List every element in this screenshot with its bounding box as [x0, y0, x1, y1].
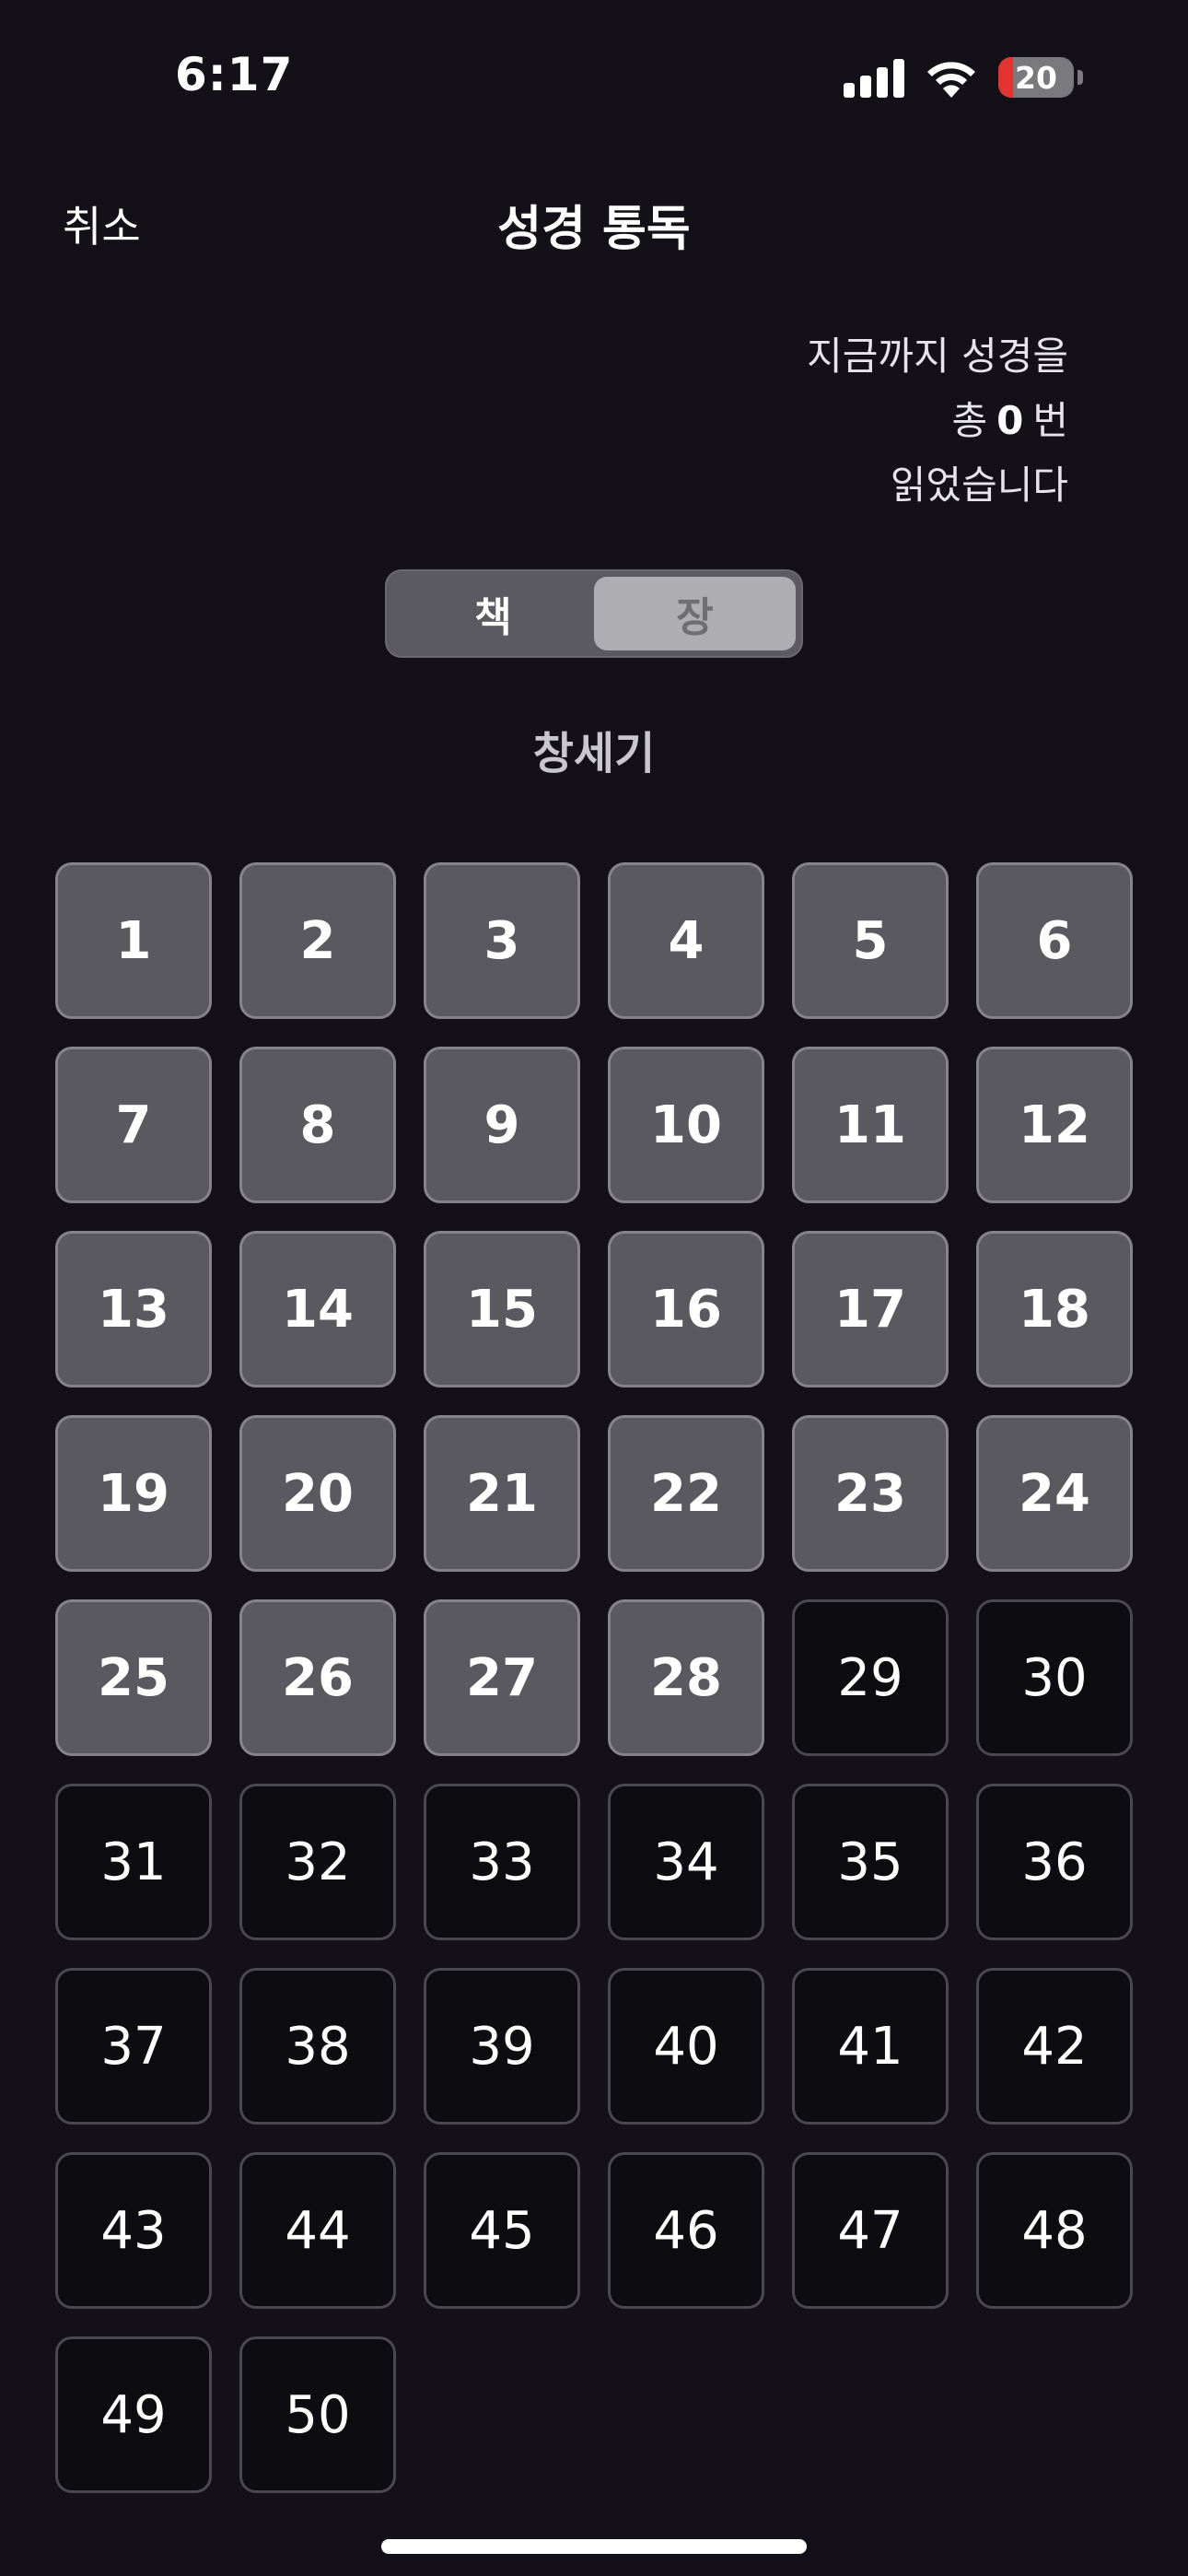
summary-line-2: 총0번 [807, 389, 1068, 453]
chapter-button[interactable]: 19 [55, 1415, 212, 1572]
chapter-button[interactable]: 43 [55, 2152, 212, 2309]
chapter-button[interactable]: 11 [792, 1047, 949, 1203]
chapter-button[interactable]: 47 [792, 2152, 949, 2309]
chapter-button[interactable]: 26 [239, 1599, 396, 1756]
summary-suffix: 번 [1032, 398, 1068, 443]
wifi-icon [925, 57, 978, 98]
chapter-button[interactable]: 24 [976, 1415, 1133, 1572]
home-indicator [381, 2539, 807, 2554]
chapter-button[interactable]: 25 [55, 1599, 212, 1756]
chapter-button[interactable]: 13 [55, 1231, 212, 1388]
chapter-button[interactable]: 17 [792, 1231, 949, 1388]
chapter-button[interactable]: 42 [976, 1968, 1133, 2125]
status-icons: 20 [844, 57, 1083, 98]
chapter-button[interactable]: 22 [608, 1415, 764, 1572]
chapter-button[interactable]: 36 [976, 1784, 1133, 1940]
chapter-button[interactable]: 46 [608, 2152, 764, 2309]
chapter-button[interactable]: 7 [55, 1047, 212, 1203]
chapter-button[interactable]: 30 [976, 1599, 1133, 1756]
chapter-button[interactable]: 28 [608, 1599, 764, 1756]
chapter-button[interactable]: 32 [239, 1784, 396, 1940]
chapter-button[interactable]: 18 [976, 1231, 1133, 1388]
read-count: 0 [996, 398, 1024, 443]
chapter-grid: 1 2 3 4 5 6 7 8 9 10 11 12 13 14 15 16 17 18 19 20 21 22 23 24 2… [55, 862, 1133, 2493]
chapter-button[interactable]: 3 [424, 862, 580, 1019]
summary-line-1: 지금까지 성경을 [807, 334, 1068, 379]
chapter-button[interactable]: 10 [608, 1047, 764, 1203]
chapter-button[interactable]: 20 [239, 1415, 396, 1572]
chapter-button[interactable]: 40 [608, 1968, 764, 2125]
status-time: 6:17 [175, 48, 294, 101]
chapter-button[interactable]: 39 [424, 1968, 580, 2125]
chapter-button[interactable]: 50 [239, 2336, 396, 2493]
chapter-button[interactable]: 16 [608, 1231, 764, 1388]
chapter-button[interactable]: 45 [424, 2152, 580, 2309]
page-title: 성경 통독 [497, 202, 691, 257]
chapter-button[interactable]: 12 [976, 1047, 1133, 1203]
chapter-button[interactable]: 31 [55, 1784, 212, 1940]
chapter-button[interactable]: 48 [976, 2152, 1133, 2309]
battery-level: 20 [1015, 59, 1057, 96]
battery-icon: 20 [998, 57, 1074, 98]
segment-book[interactable]: 책 [392, 577, 594, 650]
chapter-button[interactable]: 2 [239, 862, 396, 1019]
chapter-button[interactable]: 1 [55, 862, 212, 1019]
chapter-button[interactable]: 5 [792, 862, 949, 1019]
battery-tip [1077, 70, 1083, 85]
chapter-button[interactable]: 34 [608, 1784, 764, 1940]
chapter-button[interactable]: 44 [239, 2152, 396, 2309]
chapter-button[interactable]: 38 [239, 1968, 396, 2125]
chapter-button[interactable]: 14 [239, 1231, 396, 1388]
chapter-button[interactable]: 6 [976, 862, 1133, 1019]
chapter-button[interactable]: 23 [792, 1415, 949, 1572]
chapter-button[interactable]: 4 [608, 862, 764, 1019]
chapter-button[interactable]: 35 [792, 1784, 949, 1940]
view-segmented-control[interactable]: 책 장 [385, 569, 803, 658]
cellular-signal-icon [844, 57, 904, 98]
chapter-button[interactable]: 21 [424, 1415, 580, 1572]
chapter-button[interactable]: 27 [424, 1599, 580, 1756]
summary-line-3: 읽었습니다 [890, 463, 1068, 508]
reading-summary: 지금까지 성경을 총0번 읽었습니다 [807, 324, 1068, 518]
chapter-button[interactable]: 15 [424, 1231, 580, 1388]
chapter-button[interactable]: 9 [424, 1047, 580, 1203]
summary-prefix: 총 [951, 398, 988, 443]
chapter-button[interactable]: 49 [55, 2336, 212, 2493]
chapter-button[interactable]: 41 [792, 1968, 949, 2125]
chapter-button[interactable]: 33 [424, 1784, 580, 1940]
segment-chapter[interactable]: 장 [594, 577, 796, 650]
book-title: 창세기 [532, 728, 656, 779]
chapter-button[interactable]: 29 [792, 1599, 949, 1756]
chapter-button[interactable]: 8 [239, 1047, 396, 1203]
chapter-button[interactable]: 37 [55, 1968, 212, 2125]
